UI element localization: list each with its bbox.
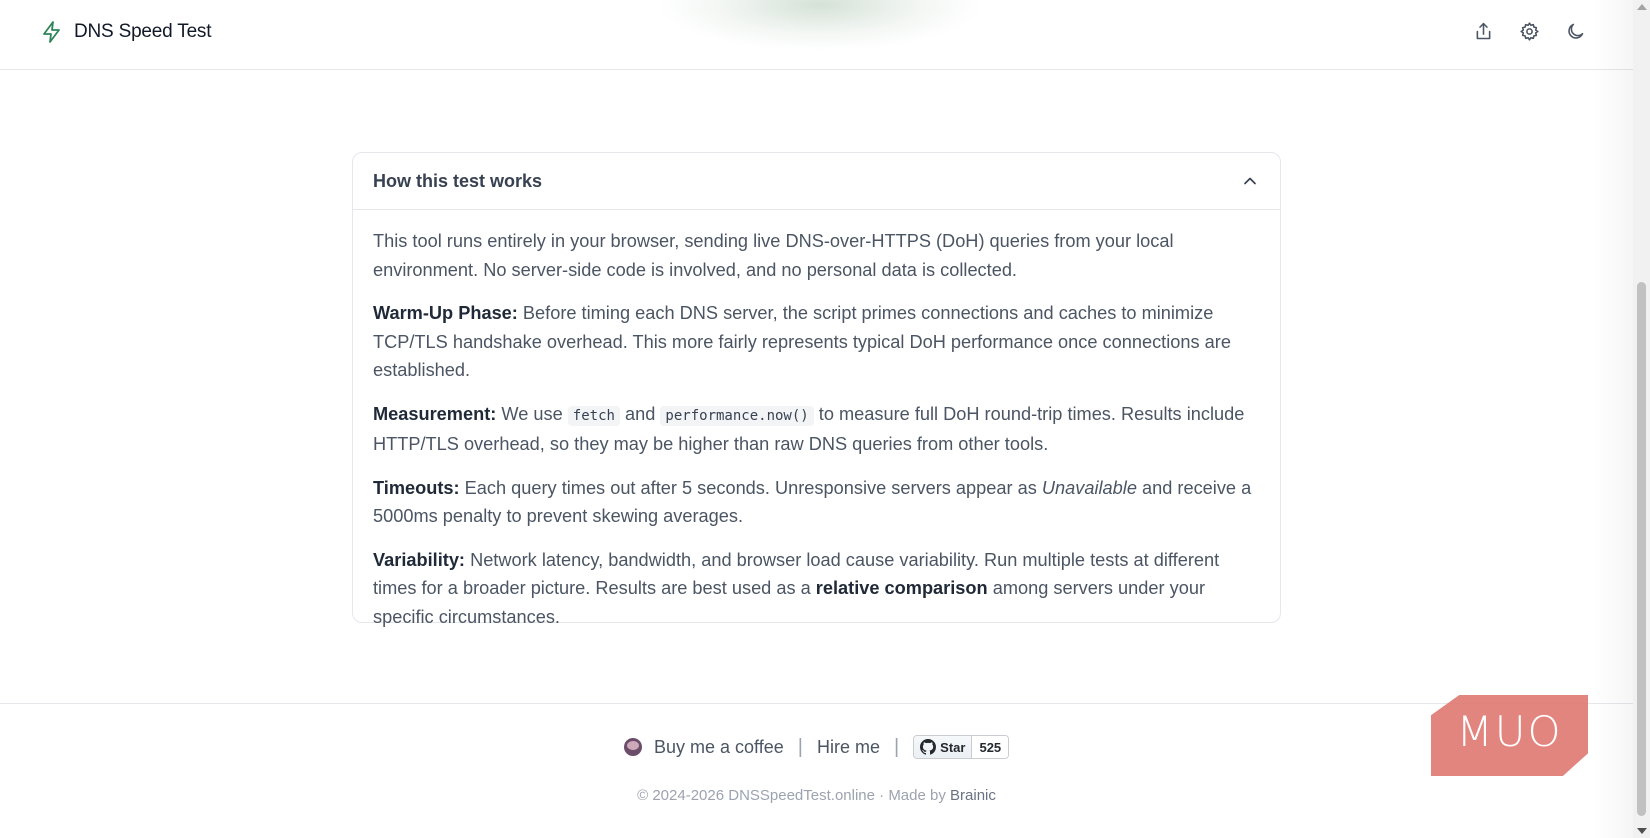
app-title: DNS Speed Test (74, 21, 212, 42)
scroll-down-arrow-icon[interactable] (1637, 828, 1647, 834)
hire-me-link[interactable]: Hire me (817, 737, 880, 758)
top-header: DNS Speed Test (0, 0, 1633, 70)
header-glow (660, 0, 980, 50)
watermark-text: MUO (1456, 707, 1563, 756)
share-icon (1476, 22, 1491, 40)
accordion-title: How this test works (373, 170, 543, 191)
how-it-works-accordion: How this test works This tool runs entir… (352, 152, 1281, 627)
separator: | (797, 735, 803, 758)
scrollbar-thumb[interactable] (1637, 282, 1646, 816)
coffee-icon (624, 738, 642, 756)
gear-icon (1520, 22, 1539, 41)
separator: | (893, 735, 900, 758)
timeouts-paragraph: Timeouts: Each query times out after 5 s… (373, 474, 1260, 531)
settings-button[interactable] (1518, 20, 1541, 43)
vertical-scrollbar[interactable] (1633, 0, 1650, 838)
code-performance-now: performance.now() (660, 405, 814, 426)
timeouts-text-a: Each query times out after 5 seconds. Un… (464, 477, 1037, 498)
edge-shadow (1593, 0, 1633, 838)
theme-toggle-button[interactable] (1564, 20, 1587, 43)
lightning-icon (43, 21, 60, 43)
github-star-badge[interactable]: Star 525 (913, 735, 1010, 759)
github-icon (920, 739, 937, 755)
muo-watermark: MUO (1431, 695, 1588, 776)
moon-icon (1568, 23, 1584, 39)
github-star-label: Star (940, 739, 966, 755)
github-star-button[interactable]: Star (914, 736, 973, 758)
chevron-up-icon[interactable] (1240, 171, 1260, 191)
variability-label: Variability: (373, 549, 465, 570)
github-star-count[interactable]: 525 (972, 736, 1009, 758)
measurement-paragraph: Measurement: We use fetch and performanc… (373, 400, 1260, 459)
code-fetch: fetch (567, 405, 620, 426)
warmup-paragraph: Warm-Up Phase: Before timing each DNS se… (373, 299, 1260, 385)
measurement-text-b: and (625, 403, 656, 424)
footer-links: Buy me a coffee | Hire me | Star 525 (624, 735, 1010, 759)
page-footer: Buy me a coffee | Hire me | Star 525 © 2… (0, 703, 1633, 838)
brand[interactable]: DNS Speed Test (40, 20, 212, 44)
relative-comparison-term: relative comparison (815, 578, 988, 598)
header-actions (1472, 20, 1587, 43)
accordion-body: This tool runs entirely in your browser,… (353, 210, 1280, 631)
measurement-text-a: We use (501, 403, 563, 424)
accordion-header[interactable]: How this test works (353, 153, 1280, 210)
variability-paragraph: Variability: Network latency, bandwidth,… (373, 546, 1260, 632)
buy-me-a-coffee-link[interactable]: Buy me a coffee (654, 737, 784, 758)
measurement-label: Measurement: (373, 403, 497, 424)
warmup-label: Warm-Up Phase: (373, 303, 518, 323)
timeouts-label: Timeouts: (373, 477, 460, 498)
page-viewport: DNS Speed Test How this test works This … (0, 0, 1633, 838)
intro-paragraph: This tool runs entirely in your browser,… (373, 231, 1174, 280)
copyright-text: © 2024-2026 DNSSpeedTest.online · Made b… (637, 787, 946, 804)
share-button[interactable] (1472, 20, 1495, 43)
copyright: © 2024-2026 DNSSpeedTest.online · Made b… (0, 787, 1633, 804)
author-link[interactable]: Brainic (950, 787, 996, 804)
scroll-up-arrow-icon[interactable] (1637, 4, 1647, 10)
unavailable-term: Unavailable (1041, 477, 1137, 498)
